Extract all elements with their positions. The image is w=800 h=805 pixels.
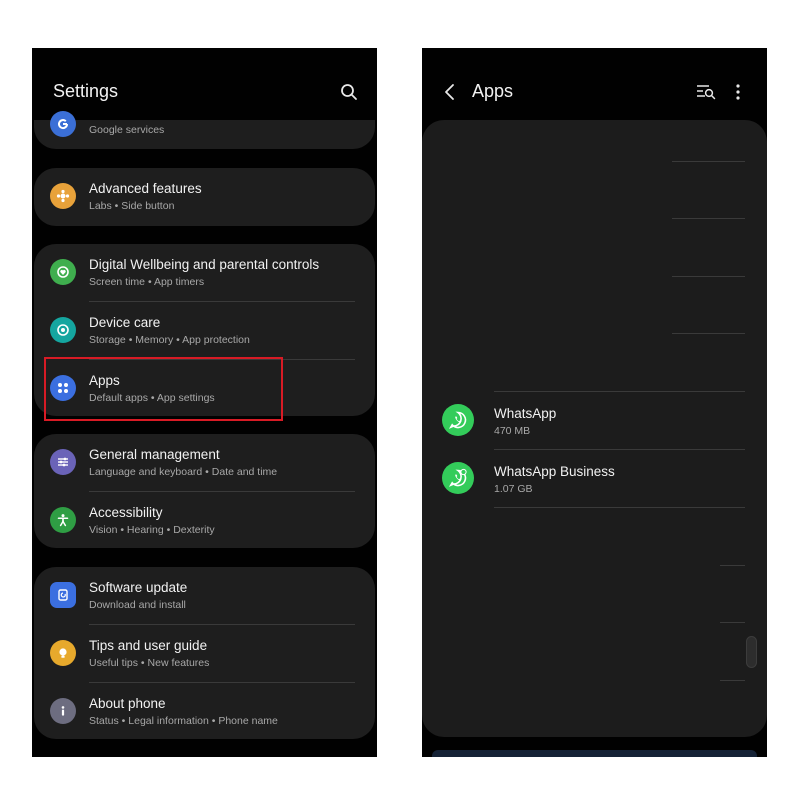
settings-item-digital-wellbeing[interactable]: Digital Wellbeing and parental controls … xyxy=(34,244,375,302)
settings-item-software-update[interactable]: Software update Download and install xyxy=(34,567,375,625)
divider xyxy=(672,218,745,219)
divider xyxy=(494,507,745,508)
whatsapp-business-icon xyxy=(442,462,474,494)
settings-item-sub: Screen time • App timers xyxy=(89,276,205,288)
settings-screen: Settings Google services Advanced featur… xyxy=(32,48,377,757)
settings-item-title: Tips and user guide xyxy=(89,638,208,653)
settings-item-general-management[interactable]: General management Language and keyboard… xyxy=(34,434,375,492)
bottom-bar xyxy=(432,750,757,757)
settings-item-about-phone[interactable]: About phone Status • Legal information •… xyxy=(34,683,375,741)
back-arrow-icon[interactable] xyxy=(438,80,462,104)
app-size: 470 MB xyxy=(494,425,531,437)
software-update-icon xyxy=(50,582,76,608)
settings-item-title: About phone xyxy=(89,696,166,711)
settings-item-sub: Useful tips • New features xyxy=(89,657,210,669)
settings-item-title: Accessibility xyxy=(89,505,163,520)
more-options-icon[interactable] xyxy=(726,80,750,104)
settings-card-advanced: Advanced features Labs • Side button xyxy=(34,168,375,226)
settings-item-sub: Download and install xyxy=(89,599,186,611)
settings-item-sub: Google services xyxy=(89,124,165,136)
settings-item-title: Device care xyxy=(89,315,161,330)
divider xyxy=(720,622,745,623)
google-icon xyxy=(50,111,76,137)
apps-highlight-box xyxy=(44,357,283,421)
app-name: WhatsApp xyxy=(494,406,557,421)
filter-sort-icon[interactable] xyxy=(694,80,718,104)
apps-screen: Apps WhatsApp 470 MB WhatsApp Business 1… xyxy=(422,48,767,757)
apps-top-bar: Apps xyxy=(422,48,767,120)
tips-icon xyxy=(50,640,76,666)
settings-item-advanced-features[interactable]: Advanced features Labs • Side button xyxy=(34,168,375,226)
settings-item-accessibility[interactable]: Accessibility Vision • Hearing • Dexteri… xyxy=(34,492,375,550)
settings-item-device-care[interactable]: Device care Storage • Memory • App prote… xyxy=(34,302,375,360)
settings-card-general: General management Language and keyboard… xyxy=(34,434,375,548)
settings-item-title: Advanced features xyxy=(89,181,202,196)
divider xyxy=(672,276,745,277)
divider xyxy=(720,565,745,566)
settings-item-sub: Vision • Hearing • Dexterity xyxy=(89,524,215,536)
scrollbar-thumb[interactable] xyxy=(746,636,757,668)
divider xyxy=(672,161,745,162)
app-item-whatsapp[interactable]: WhatsApp 470 MB xyxy=(422,392,767,449)
advanced-features-icon xyxy=(50,183,76,209)
wellbeing-icon xyxy=(50,259,76,285)
accessibility-icon xyxy=(50,507,76,533)
app-size: 1.07 GB xyxy=(494,483,533,495)
settings-card-google: Google services xyxy=(34,111,375,149)
divider xyxy=(672,333,745,334)
settings-item-title: General management xyxy=(89,447,220,462)
settings-item-sub: Labs • Side button xyxy=(89,200,175,212)
settings-item-sub: Status • Legal information • Phone name xyxy=(89,715,278,727)
app-name: WhatsApp Business xyxy=(494,464,615,479)
general-management-icon xyxy=(50,449,76,475)
page-title: Settings xyxy=(53,81,119,101)
settings-card-about: Software update Download and install Tip… xyxy=(34,567,375,739)
settings-item-tips[interactable]: Tips and user guide Useful tips • New fe… xyxy=(34,625,375,683)
app-item-whatsapp-business[interactable]: WhatsApp Business 1.07 GB xyxy=(422,450,767,507)
settings-item-title: Digital Wellbeing and parental controls xyxy=(89,257,320,272)
settings-item-sub: Language and keyboard • Date and time xyxy=(89,466,278,478)
search-icon[interactable] xyxy=(337,80,361,104)
page-title: Apps xyxy=(472,81,514,101)
apps-list-card: WhatsApp 470 MB WhatsApp Business 1.07 G… xyxy=(422,120,767,737)
settings-item-sub: Storage • Memory • App protection xyxy=(89,334,250,346)
settings-item-google[interactable]: Google services xyxy=(34,102,375,149)
settings-item-title: Software update xyxy=(89,580,188,595)
whatsapp-icon xyxy=(442,404,474,436)
divider xyxy=(720,680,745,681)
device-care-icon xyxy=(50,317,76,343)
about-phone-icon xyxy=(50,698,76,724)
